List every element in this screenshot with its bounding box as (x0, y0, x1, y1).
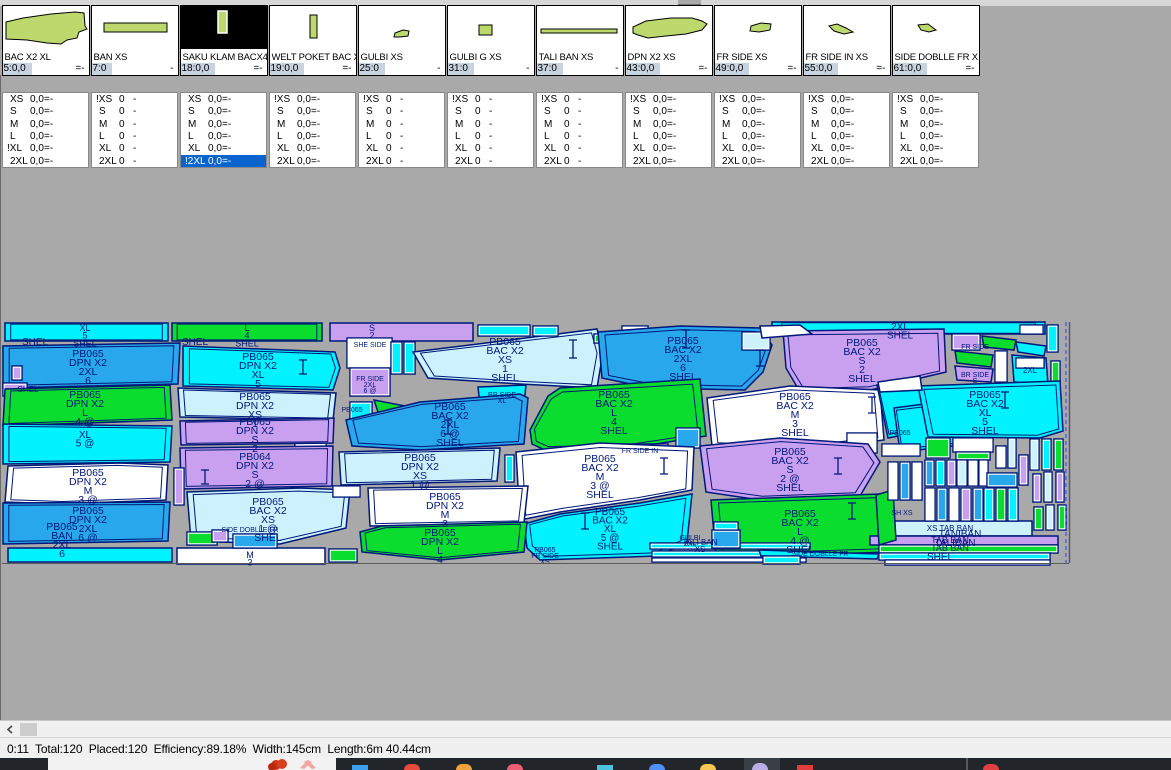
svg-text:SHEL: SHEL (586, 489, 614, 501)
svg-text:PB065: PB065 (889, 430, 910, 437)
svg-text:6 @: 6 @ (364, 388, 377, 395)
svg-text:SHEL: SHEL (600, 425, 628, 437)
svg-text:SHEL: SHEL (22, 337, 49, 348)
svg-text:SHEL: SHEL (491, 372, 519, 384)
svg-text:4 @: 4 @ (75, 416, 94, 428)
svg-text:SHEL: SHEL (73, 339, 97, 349)
svg-text:SHE SIDE: SHE SIDE (354, 342, 387, 349)
svg-text:SHEL: SHEL (781, 427, 809, 439)
svg-text:2XL: 2XL (684, 541, 697, 548)
svg-text:SHEL: SHEL (597, 541, 624, 552)
svg-text:SHEL: SHEL (182, 337, 209, 348)
svg-text:6: 6 (85, 375, 91, 387)
svg-text:1 @: 1 @ (410, 479, 429, 491)
svg-text:TANIBAN: TANIBAN (939, 529, 982, 540)
svg-text:XS: XS (695, 545, 706, 554)
svg-text:XL: XL (498, 398, 507, 405)
svg-text:FR SIDE IN: FR SIDE IN (622, 448, 659, 455)
svg-text:SHEL: SHEL (436, 437, 464, 449)
svg-text:2: 2 (369, 331, 374, 341)
svg-text:6: 6 (59, 548, 65, 560)
svg-text:3: 3 (247, 558, 252, 568)
svg-text:PB065: PB065 (341, 407, 362, 414)
svg-text:SHEL: SHEL (971, 425, 999, 437)
svg-text:SHEL: SHEL (18, 385, 39, 394)
svg-text:4: 4 (437, 554, 443, 566)
svg-text:SHEL: SHEL (776, 482, 804, 494)
svg-text:SHEL: SHEL (848, 373, 876, 385)
svg-text:5: 5 (255, 378, 261, 390)
svg-text:SHEL: SHEL (235, 339, 259, 349)
svg-text:2 @: 2 @ (245, 478, 264, 490)
svg-text:6 @: 6 @ (78, 532, 97, 544)
svg-text:SIDE DOBLLE FR: SIDE DOBLLE FR (791, 551, 848, 558)
svg-text:SIDE DOBLLE FR: SIDE DOBLLE FR (221, 527, 278, 534)
svg-text:SH XS: SH XS (891, 510, 912, 517)
svg-text:5 @: 5 @ (76, 439, 95, 450)
svg-text:2XL: 2XL (1023, 366, 1038, 375)
svg-text:S: S (973, 378, 978, 385)
svg-text:FR SIDE: FR SIDE (961, 344, 989, 351)
svg-text:SHEL: SHEL (669, 371, 697, 383)
svg-text:SHEL: SHEL (887, 331, 914, 342)
svg-text:XS: XS (540, 559, 550, 566)
svg-text:SHEL: SHEL (927, 552, 954, 563)
